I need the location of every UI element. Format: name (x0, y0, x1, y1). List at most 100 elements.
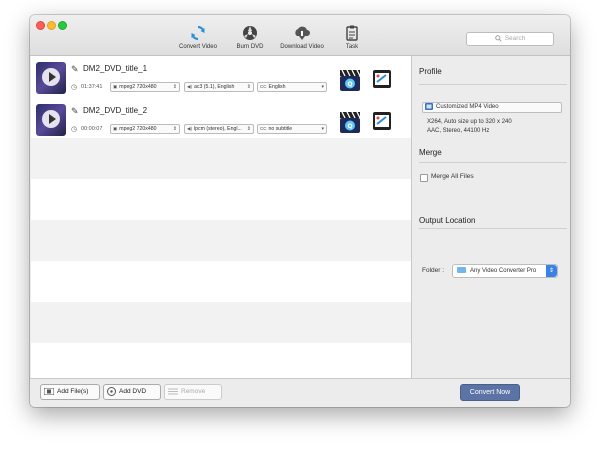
list-stripe (31, 138, 411, 179)
video-track-select[interactable]: ▣ mpeg2 720x480 ⇕ (110, 82, 180, 92)
pencil-icon[interactable]: ✎ (71, 106, 79, 117)
divider (419, 162, 567, 163)
svg-text:Q: Q (347, 123, 352, 130)
video-track-value: mpeg2 720x480 (119, 126, 157, 132)
convert-icon (191, 25, 205, 41)
file-list: ✎ DM2_DVD_title_1 ◷ 01:37:41 ▣ mpeg2 720x… (31, 56, 411, 378)
app-window: Convert Video Burn DVD Download Video Ta… (30, 15, 570, 407)
chevron-down-icon: ▾ (321, 84, 324, 90)
output-heading: Output Location (419, 216, 476, 225)
burn-dvd-icon (243, 26, 257, 40)
file-duration: 00:00:07 (81, 126, 103, 132)
audio-speaker-icon: ◀) (187, 84, 192, 89)
clock-icon: ◷ (71, 84, 78, 91)
toolbar-convert-video[interactable]: Convert Video (170, 24, 226, 50)
chevron-down-icon: ▾ (321, 126, 324, 132)
toolbar-download-video[interactable]: Download Video (274, 24, 330, 50)
chevron-updown-icon: ⇕ (172, 84, 177, 90)
folder-select[interactable]: Any Video Converter Pro ⇕ (452, 264, 558, 278)
video-profile-icon (425, 103, 433, 110)
search-icon (494, 35, 502, 42)
toolbar-label: Task (345, 44, 359, 50)
audio-track-value: ac3 (5.1), English (193, 84, 235, 90)
chevron-updown-icon: ⇕ (172, 126, 177, 132)
merge-checkbox[interactable] (420, 174, 428, 182)
search-input[interactable]: Search (466, 32, 554, 46)
video-thumbnail[interactable] (36, 104, 66, 136)
minimize-window-button[interactable] (47, 21, 56, 30)
bottom-bar: Add File(s) Add DVD Remove Convert Now (30, 378, 570, 407)
chevron-updown-icon[interactable]: ⇕ (546, 265, 557, 277)
divider (419, 228, 567, 229)
add-dvd-button[interactable]: Add DVD (103, 384, 161, 400)
add-dvd-label: Add DVD (119, 388, 147, 395)
list-stripe (31, 261, 411, 302)
file-title: DM2_DVD_title_1 (83, 64, 148, 73)
toolbar-burn-dvd[interactable]: Burn DVD (222, 24, 278, 50)
clock-icon: ◷ (71, 126, 78, 133)
add-files-button[interactable]: Add File(s) (40, 384, 100, 400)
profile-select-button[interactable]: Customized MP4 Video (422, 102, 562, 113)
subtitle-value: no subtitle (268, 126, 293, 132)
profile-heading: Profile (419, 67, 442, 76)
maximize-window-button[interactable] (58, 21, 67, 30)
toolbar-label: Convert Video (179, 44, 217, 50)
merge-label[interactable]: Merge All Files (431, 173, 474, 180)
play-icon[interactable] (42, 68, 60, 86)
merge-heading: Merge (419, 148, 442, 157)
subtitle-select[interactable]: CC no subtitle ▾ (257, 124, 327, 134)
clip-edit-icon[interactable] (372, 111, 392, 131)
convert-now-button[interactable]: Convert Now (460, 384, 520, 401)
file-duration: 01:37:41 (81, 84, 103, 90)
audio-track-select[interactable]: ◀) lpcm (stereo), Engl... ⇕ (184, 124, 254, 134)
list-remove-icon (168, 388, 178, 395)
pencil-icon[interactable]: ✎ (71, 64, 79, 75)
file-item[interactable]: ✎ DM2_DVD_title_2 ◷ 00:00:07 ▣ mpeg2 720x… (31, 101, 411, 143)
video-track-select[interactable]: ▣ mpeg2 720x480 ⇕ (110, 124, 180, 134)
subtitle-select[interactable]: CC English ▾ (257, 82, 327, 92)
audio-track-value: lpcm (stereo), Engl... (193, 126, 242, 132)
download-icon (295, 26, 310, 40)
quicktime-device-icon[interactable]: Q (339, 67, 361, 92)
svg-text:Q: Q (347, 81, 352, 88)
profile-value: Customized MP4 Video (436, 104, 499, 111)
list-stripe (31, 302, 411, 343)
add-files-label: Add File(s) (57, 388, 89, 395)
play-icon[interactable] (42, 110, 60, 128)
video-track-value: mpeg2 720x480 (119, 84, 157, 90)
profile-info-video: X264, Auto size up to 320 x 240 (427, 119, 512, 125)
remove-button[interactable]: Remove (164, 384, 222, 400)
list-stripe (31, 220, 411, 261)
cc-icon: CC (260, 84, 267, 89)
clip-edit-icon[interactable] (372, 69, 392, 89)
remove-label: Remove (181, 388, 206, 395)
file-item[interactable]: ✎ DM2_DVD_title_1 ◷ 01:37:41 ▣ mpeg2 720x… (31, 59, 411, 101)
folder-icon (457, 267, 466, 274)
subtitle-value: English (268, 84, 286, 90)
close-window-button[interactable] (36, 21, 45, 30)
settings-panel: Profile Customized MP4 Video X264, Auto … (412, 56, 570, 378)
audio-speaker-icon: ◀) (187, 126, 192, 131)
profile-info-audio: AAC, Stereo, 44100 Hz (427, 128, 490, 134)
toolbar-label: Burn DVD (236, 44, 264, 50)
film-icon (44, 387, 54, 395)
chevron-updown-icon: ⇕ (246, 84, 251, 90)
folder-value: Any Video Converter Pro (470, 268, 537, 274)
title-bar: Convert Video Burn DVD Download Video Ta… (30, 15, 570, 56)
file-title: DM2_DVD_title_2 (83, 106, 148, 115)
search-placeholder: Search (504, 35, 526, 42)
task-icon (346, 25, 358, 41)
quicktime-device-icon[interactable]: Q (339, 109, 361, 134)
list-stripe (31, 179, 411, 220)
cc-icon: CC (260, 126, 267, 131)
dvd-disc-icon (107, 386, 116, 396)
chevron-updown-icon: ⇕ (246, 126, 251, 132)
toolbar-label: Download Video (280, 44, 324, 50)
toolbar-task[interactable]: Task (324, 24, 380, 50)
video-track-icon: ▣ (113, 126, 118, 131)
divider (419, 84, 567, 85)
video-thumbnail[interactable] (36, 62, 66, 94)
audio-track-select[interactable]: ◀) ac3 (5.1), English ⇕ (184, 82, 254, 92)
folder-label: Folder : (422, 267, 445, 274)
video-track-icon: ▣ (113, 84, 118, 89)
